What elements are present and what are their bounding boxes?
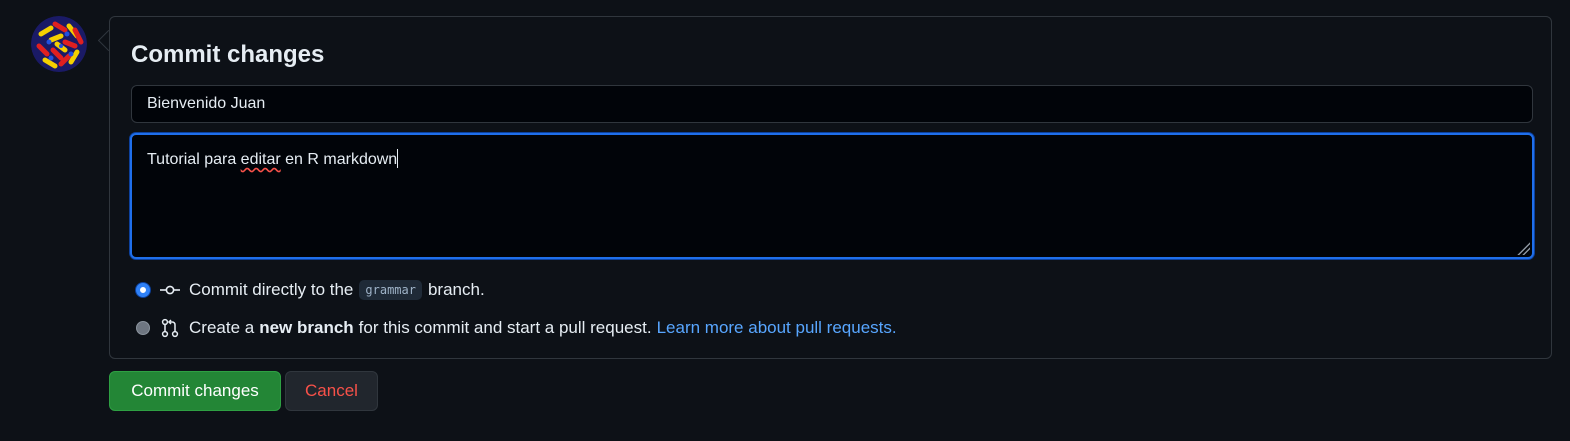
commit-direct-suffix: branch. [427, 280, 485, 299]
misspelled-word: editar [240, 151, 281, 168]
git-pull-request-icon [159, 318, 181, 338]
new-branch-option[interactable]: Create a new branch for this commit and … [136, 318, 897, 338]
identicon-avatar-icon [31, 16, 87, 72]
commit-changes-button[interactable]: Commit changes [109, 371, 281, 411]
resize-handle-icon[interactable] [1516, 241, 1530, 255]
commit-summary-input[interactable] [131, 85, 1533, 123]
page-title: Commit changes [131, 41, 325, 68]
cancel-button[interactable]: Cancel [285, 371, 378, 411]
branch-name-badge: grammar [359, 280, 422, 300]
commit-description-textarea[interactable]: Tutorial para editar en R markdown [130, 133, 1534, 259]
learn-more-pull-requests-link[interactable]: Learn more about pull requests. [657, 318, 897, 338]
description-text: Tutorial para [147, 151, 241, 168]
commit-direct-radio[interactable] [136, 283, 150, 297]
git-commit-icon [159, 280, 181, 300]
text-caret [397, 149, 399, 168]
avatar[interactable] [31, 16, 87, 72]
new-branch-suffix: for this commit and start a pull request… [358, 318, 652, 337]
new-branch-radio[interactable] [136, 321, 150, 335]
commit-direct-label: Commit directly to the [189, 280, 354, 299]
description-text-end: en R markdown [280, 151, 398, 168]
new-branch-label: Create a [189, 318, 255, 337]
commit-direct-option[interactable]: Commit directly to the grammar branch. [136, 280, 485, 300]
new-branch-emphasis: new branch [259, 318, 354, 337]
commit-form-box: Commit changes Tutorial para editar en R… [109, 16, 1552, 359]
